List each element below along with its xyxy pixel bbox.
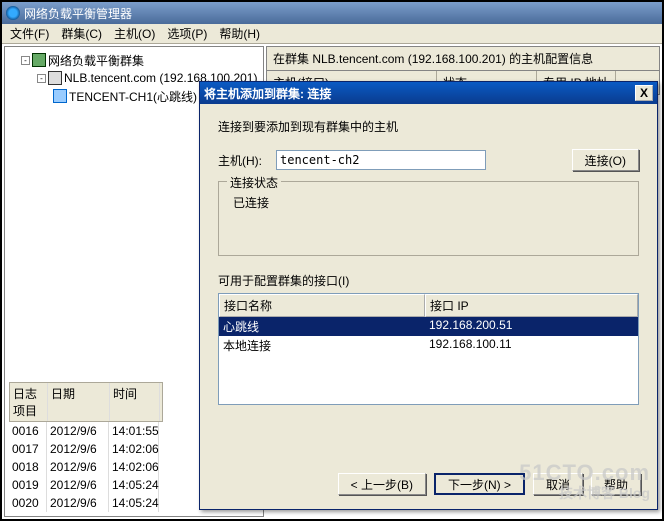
log-col-time[interactable]: 时间 (110, 383, 160, 421)
log-date: 2012/9/6 (47, 458, 109, 476)
log-row[interactable]: 00162012/9/614:01:55 (9, 422, 163, 440)
dialog-buttons: < 上一步(B) 下一步(N) > 取消 帮助 (200, 463, 657, 509)
log-id: 0016 (9, 422, 47, 440)
log-id: 0019 (9, 476, 47, 494)
status-legend: 连接状态 (227, 174, 281, 191)
log-time: 14:05:24 (109, 476, 159, 494)
log-time: 14:02:06 (109, 440, 159, 458)
host-input[interactable] (276, 150, 486, 170)
dialog-body: 连接到要添加到现有群集中的主机 主机(H): 连接(O) 连接状态 已连接 可用… (200, 104, 657, 463)
log-row[interactable]: 00182012/9/614:02:06 (9, 458, 163, 476)
interface-row[interactable]: 心跳线192.168.200.51 (219, 317, 638, 336)
log-row[interactable]: 00192012/9/614:05:24 (9, 476, 163, 494)
menu-host[interactable]: 主机(O) (110, 23, 159, 44)
dialog-title: 将主机添加到群集: 连接 (204, 85, 635, 102)
interfaces-label: 可用于配置群集的接口(I) (218, 272, 639, 289)
interfaces-listview[interactable]: 接口名称 接口 IP 心跳线192.168.200.51本地连接192.168.… (218, 293, 639, 405)
tree-host-label: TENCENT-CH1(心跳线) (69, 88, 197, 105)
app-titlebar: 网络负载平衡管理器 (2, 2, 662, 24)
cluster-icon (48, 71, 62, 85)
tree-root-label: 网络负载平衡群集 (48, 52, 144, 69)
dialog-titlebar[interactable]: 将主机添加到群集: 连接 X (200, 82, 657, 104)
menubar: 文件(F) 群集(C) 主机(O) 选项(P) 帮助(H) (2, 24, 662, 44)
menu-cluster[interactable]: 群集(C) (57, 23, 106, 44)
log-panel: 日志项目 日期 时间 00162012/9/614:01:5500172012/… (9, 382, 163, 512)
log-time: 14:05:24 (109, 494, 159, 512)
expander-icon[interactable]: - (37, 74, 46, 83)
close-button[interactable]: X (635, 85, 653, 101)
back-button[interactable]: < 上一步(B) (338, 473, 426, 495)
listview-header: 接口名称 接口 IP (219, 294, 638, 317)
log-time: 14:02:06 (109, 458, 159, 476)
host-icon (53, 89, 67, 103)
iface-ip: 192.168.100.11 (425, 337, 638, 354)
log-row[interactable]: 00202012/9/614:05:24 (9, 494, 163, 512)
next-button[interactable]: 下一步(N) > (434, 473, 525, 495)
log-col-date[interactable]: 日期 (48, 383, 110, 421)
connect-button[interactable]: 连接(O) (572, 149, 639, 171)
add-host-dialog: 将主机添加到群集: 连接 X 连接到要添加到现有群集中的主机 主机(H): 连接… (199, 81, 658, 510)
host-label: 主机(H): (218, 152, 270, 169)
iface-name: 心跳线 (219, 318, 425, 335)
help-button[interactable]: 帮助 (591, 473, 641, 495)
connection-status-group: 连接状态 已连接 (218, 181, 639, 256)
status-text: 已连接 (229, 194, 628, 211)
log-date: 2012/9/6 (47, 422, 109, 440)
expander-icon[interactable]: - (21, 56, 30, 65)
tree-root[interactable]: - 网络负载平衡群集 (9, 51, 259, 69)
interface-row[interactable]: 本地连接192.168.100.11 (219, 336, 638, 355)
cluster-group-icon (32, 53, 46, 67)
log-time: 14:01:55 (109, 422, 159, 440)
host-input-row: 主机(H): 连接(O) (218, 149, 639, 171)
app-title: 网络负载平衡管理器 (24, 5, 658, 22)
menu-options[interactable]: 选项(P) (163, 23, 211, 44)
lv-col-name[interactable]: 接口名称 (219, 294, 425, 317)
log-id: 0018 (9, 458, 47, 476)
iface-ip: 192.168.200.51 (425, 318, 638, 335)
menu-file[interactable]: 文件(F) (6, 23, 53, 44)
log-id: 0017 (9, 440, 47, 458)
lv-col-ip[interactable]: 接口 IP (425, 294, 638, 317)
app-icon (6, 6, 20, 20)
info-header: 在群集 NLB.tencent.com (192.168.100.201) 的主… (266, 46, 660, 71)
menu-help[interactable]: 帮助(H) (215, 23, 264, 44)
log-date: 2012/9/6 (47, 494, 109, 512)
iface-name: 本地连接 (219, 337, 425, 354)
log-col-id[interactable]: 日志项目 (10, 383, 48, 421)
cancel-button[interactable]: 取消 (533, 473, 583, 495)
log-id: 0020 (9, 494, 47, 512)
dialog-description: 连接到要添加到现有群集中的主机 (218, 118, 639, 135)
log-row[interactable]: 00172012/9/614:02:06 (9, 440, 163, 458)
log-date: 2012/9/6 (47, 476, 109, 494)
log-date: 2012/9/6 (47, 440, 109, 458)
log-header: 日志项目 日期 时间 (9, 382, 163, 422)
